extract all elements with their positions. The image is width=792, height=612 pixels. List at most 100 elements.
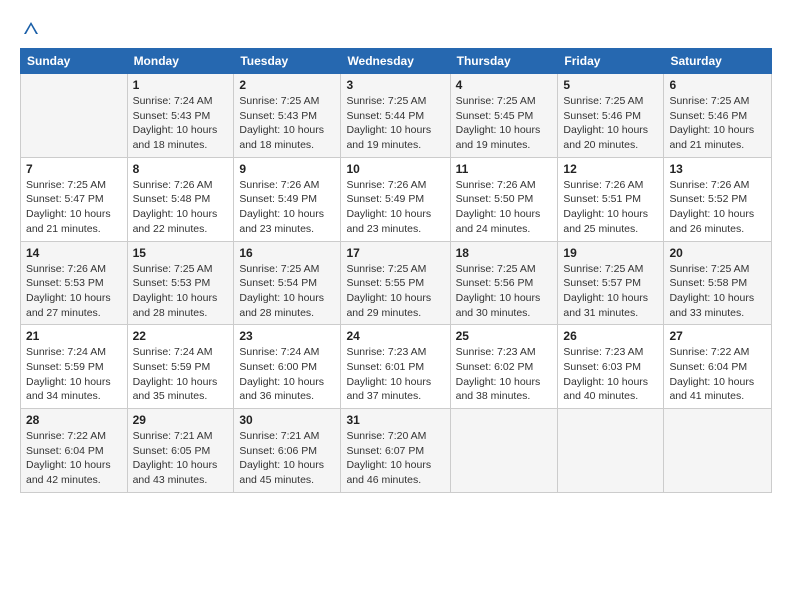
day-info: Sunrise: 7:26 AM Sunset: 5:52 PM Dayligh… (669, 178, 766, 237)
week-row-4: 21 Sunrise: 7:24 AM Sunset: 5:59 PM Dayli… (21, 325, 772, 409)
day-cell: 2 Sunrise: 7:25 AM Sunset: 5:43 PM Daylig… (234, 74, 341, 158)
day-cell: 8 Sunrise: 7:26 AM Sunset: 5:48 PM Daylig… (127, 157, 234, 241)
day-cell: 14 Sunrise: 7:26 AM Sunset: 5:53 PM Dayli… (21, 241, 128, 325)
day-cell: 7 Sunrise: 7:25 AM Sunset: 5:47 PM Daylig… (21, 157, 128, 241)
day-number: 17 (346, 246, 444, 260)
day-cell: 18 Sunrise: 7:25 AM Sunset: 5:56 PM Dayli… (450, 241, 558, 325)
day-info: Sunrise: 7:22 AM Sunset: 6:04 PM Dayligh… (26, 429, 122, 488)
day-info: Sunrise: 7:25 AM Sunset: 5:46 PM Dayligh… (669, 94, 766, 153)
day-cell: 3 Sunrise: 7:25 AM Sunset: 5:44 PM Daylig… (341, 74, 450, 158)
day-cell: 11 Sunrise: 7:26 AM Sunset: 5:50 PM Dayli… (450, 157, 558, 241)
day-number: 19 (563, 246, 658, 260)
day-cell: 26Sunrise: 7:23 AM Sunset: 6:03 PM Dayli… (558, 325, 664, 409)
day-cell: 31 Sunrise: 7:20 AM Sunset: 6:07 PM Dayli… (341, 409, 450, 493)
day-number: 20 (669, 246, 766, 260)
day-number: 10 (346, 162, 444, 176)
day-cell: 12Sunrise: 7:26 AM Sunset: 5:51 PM Dayli… (558, 157, 664, 241)
day-number: 21 (26, 329, 122, 343)
logo-icon (22, 20, 40, 40)
day-number: 23 (239, 329, 335, 343)
day-cell: 27 Sunrise: 7:22 AM Sunset: 6:04 PM Dayli… (664, 325, 772, 409)
day-number: 15 (133, 246, 229, 260)
day-number: 6 (669, 78, 766, 92)
day-number: 16 (239, 246, 335, 260)
day-info: Sunrise: 7:26 AM Sunset: 5:50 PM Dayligh… (456, 178, 553, 237)
day-number: 30 (239, 413, 335, 427)
day-info: Sunrise: 7:24 AM Sunset: 5:59 PM Dayligh… (133, 345, 229, 404)
day-cell: 20 Sunrise: 7:25 AM Sunset: 5:58 PM Dayli… (664, 241, 772, 325)
day-info: Sunrise: 7:23 AM Sunset: 6:02 PM Dayligh… (456, 345, 553, 404)
day-number: 5 (563, 78, 658, 92)
day-number: 9 (239, 162, 335, 176)
day-cell: 28 Sunrise: 7:22 AM Sunset: 6:04 PM Dayli… (21, 409, 128, 493)
day-number: 7 (26, 162, 122, 176)
day-cell: 17 Sunrise: 7:25 AM Sunset: 5:55 PM Dayli… (341, 241, 450, 325)
day-number: 18 (456, 246, 553, 260)
column-header-thursday: Thursday (450, 49, 558, 74)
day-info: Sunrise: 7:26 AM Sunset: 5:53 PM Dayligh… (26, 262, 122, 321)
column-header-wednesday: Wednesday (341, 49, 450, 74)
day-number: 26 (563, 329, 658, 343)
day-info: Sunrise: 7:25 AM Sunset: 5:57 PM Dayligh… (563, 262, 658, 321)
day-info: Sunrise: 7:26 AM Sunset: 5:48 PM Dayligh… (133, 178, 229, 237)
day-cell: 13 Sunrise: 7:26 AM Sunset: 5:52 PM Dayli… (664, 157, 772, 241)
day-cell: 5 Sunrise: 7:25 AM Sunset: 5:46 PM Daylig… (558, 74, 664, 158)
day-number: 28 (26, 413, 122, 427)
day-info: Sunrise: 7:25 AM Sunset: 5:43 PM Dayligh… (239, 94, 335, 153)
column-header-tuesday: Tuesday (234, 49, 341, 74)
day-cell: 9 Sunrise: 7:26 AM Sunset: 5:49 PM Daylig… (234, 157, 341, 241)
day-info: Sunrise: 7:25 AM Sunset: 5:47 PM Dayligh… (26, 178, 122, 237)
day-info: Sunrise: 7:20 AM Sunset: 6:07 PM Dayligh… (346, 429, 444, 488)
day-info: Sunrise: 7:21 AM Sunset: 6:06 PM Dayligh… (239, 429, 335, 488)
day-info: Sunrise: 7:24 AM Sunset: 5:43 PM Dayligh… (133, 94, 229, 153)
column-header-monday: Monday (127, 49, 234, 74)
day-cell: 29Sunrise: 7:21 AM Sunset: 6:05 PM Dayli… (127, 409, 234, 493)
day-info: Sunrise: 7:26 AM Sunset: 5:49 PM Dayligh… (346, 178, 444, 237)
day-number: 14 (26, 246, 122, 260)
day-cell (21, 74, 128, 158)
day-cell: 25 Sunrise: 7:23 AM Sunset: 6:02 PM Dayli… (450, 325, 558, 409)
day-number: 1 (133, 78, 229, 92)
day-info: Sunrise: 7:24 AM Sunset: 5:59 PM Dayligh… (26, 345, 122, 404)
day-cell: 6 Sunrise: 7:25 AM Sunset: 5:46 PM Daylig… (664, 74, 772, 158)
day-info: Sunrise: 7:26 AM Sunset: 5:49 PM Dayligh… (239, 178, 335, 237)
day-cell: 23Sunrise: 7:24 AM Sunset: 6:00 PM Dayli… (234, 325, 341, 409)
day-number: 22 (133, 329, 229, 343)
day-number: 13 (669, 162, 766, 176)
day-number: 4 (456, 78, 553, 92)
column-header-saturday: Saturday (664, 49, 772, 74)
day-cell: 4 Sunrise: 7:25 AM Sunset: 5:45 PM Daylig… (450, 74, 558, 158)
week-row-1: 1 Sunrise: 7:24 AM Sunset: 5:43 PM Daylig… (21, 74, 772, 158)
page-container: SundayMondayTuesdayWednesdayThursdayFrid… (0, 0, 792, 503)
day-info: Sunrise: 7:25 AM Sunset: 5:56 PM Dayligh… (456, 262, 553, 321)
day-info: Sunrise: 7:25 AM Sunset: 5:58 PM Dayligh… (669, 262, 766, 321)
day-cell (558, 409, 664, 493)
logo (20, 20, 40, 40)
calendar-table: SundayMondayTuesdayWednesdayThursdayFrid… (20, 48, 772, 493)
day-cell: 22 Sunrise: 7:24 AM Sunset: 5:59 PM Dayli… (127, 325, 234, 409)
day-info: Sunrise: 7:25 AM Sunset: 5:45 PM Dayligh… (456, 94, 553, 153)
day-number: 25 (456, 329, 553, 343)
day-number: 3 (346, 78, 444, 92)
day-cell: 16 Sunrise: 7:25 AM Sunset: 5:54 PM Dayli… (234, 241, 341, 325)
day-number: 27 (669, 329, 766, 343)
day-info: Sunrise: 7:26 AM Sunset: 5:51 PM Dayligh… (563, 178, 658, 237)
week-row-2: 7 Sunrise: 7:25 AM Sunset: 5:47 PM Daylig… (21, 157, 772, 241)
day-info: Sunrise: 7:25 AM Sunset: 5:53 PM Dayligh… (133, 262, 229, 321)
day-info: Sunrise: 7:25 AM Sunset: 5:46 PM Dayligh… (563, 94, 658, 153)
day-number: 11 (456, 162, 553, 176)
day-number: 8 (133, 162, 229, 176)
day-number: 31 (346, 413, 444, 427)
day-cell: 30 Sunrise: 7:21 AM Sunset: 6:06 PM Dayli… (234, 409, 341, 493)
day-cell: 24Sunrise: 7:23 AM Sunset: 6:01 PM Dayli… (341, 325, 450, 409)
day-cell: 19 Sunrise: 7:25 AM Sunset: 5:57 PM Dayli… (558, 241, 664, 325)
day-info: Sunrise: 7:25 AM Sunset: 5:54 PM Dayligh… (239, 262, 335, 321)
day-info: Sunrise: 7:25 AM Sunset: 5:55 PM Dayligh… (346, 262, 444, 321)
day-info: Sunrise: 7:22 AM Sunset: 6:04 PM Dayligh… (669, 345, 766, 404)
header (20, 16, 772, 40)
day-number: 2 (239, 78, 335, 92)
day-cell: 21 Sunrise: 7:24 AM Sunset: 5:59 PM Dayli… (21, 325, 128, 409)
day-info: Sunrise: 7:25 AM Sunset: 5:44 PM Dayligh… (346, 94, 444, 153)
day-info: Sunrise: 7:21 AM Sunset: 6:05 PM Dayligh… (133, 429, 229, 488)
day-number: 24 (346, 329, 444, 343)
